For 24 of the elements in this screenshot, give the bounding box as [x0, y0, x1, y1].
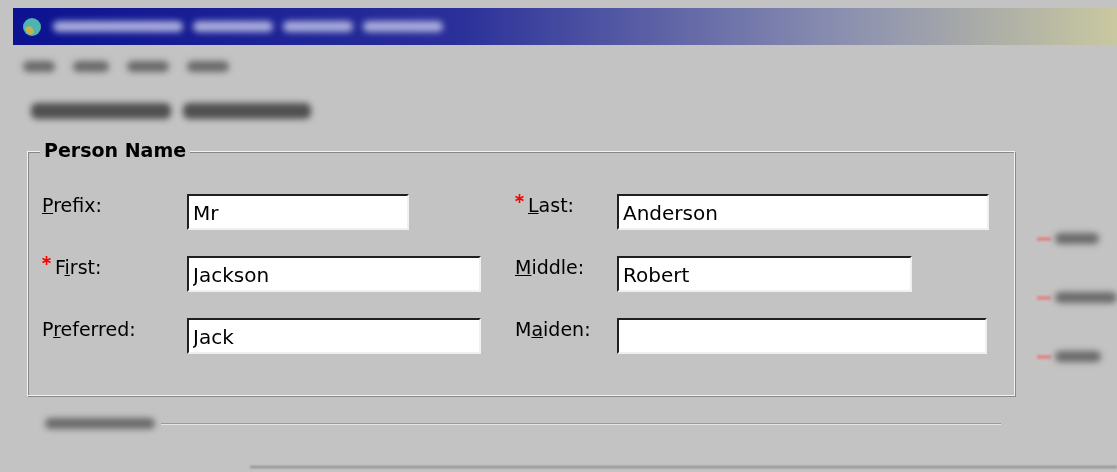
text-field[interactable]: Mr — [187, 194, 409, 230]
field-label: First: — [55, 256, 102, 278]
blurred-text — [187, 61, 229, 72]
blurred-text — [283, 21, 353, 32]
blurred-mark — [1037, 295, 1051, 300]
text-field[interactable]: Anderson — [617, 194, 989, 230]
field-label: Preferred: — [42, 318, 136, 340]
field-label: Last: — [528, 194, 574, 216]
blurred-mark — [1037, 354, 1051, 359]
blurred-mark — [1037, 236, 1051, 241]
blurred-text — [1055, 351, 1101, 362]
blurred-text — [23, 61, 55, 72]
field-label: Maiden: — [515, 318, 591, 340]
text-field[interactable]: Robert — [617, 256, 912, 292]
blurred-text — [1055, 292, 1117, 303]
blurred-text — [73, 61, 109, 72]
required-icon — [515, 194, 524, 203]
field-label: Prefix: — [42, 194, 102, 216]
blurred-text — [1055, 233, 1099, 244]
blurred-text — [127, 61, 169, 72]
required-icon — [42, 256, 51, 265]
text-field[interactable] — [617, 318, 987, 354]
globe-icon — [21, 15, 43, 38]
field-label: Middle: — [515, 256, 585, 278]
